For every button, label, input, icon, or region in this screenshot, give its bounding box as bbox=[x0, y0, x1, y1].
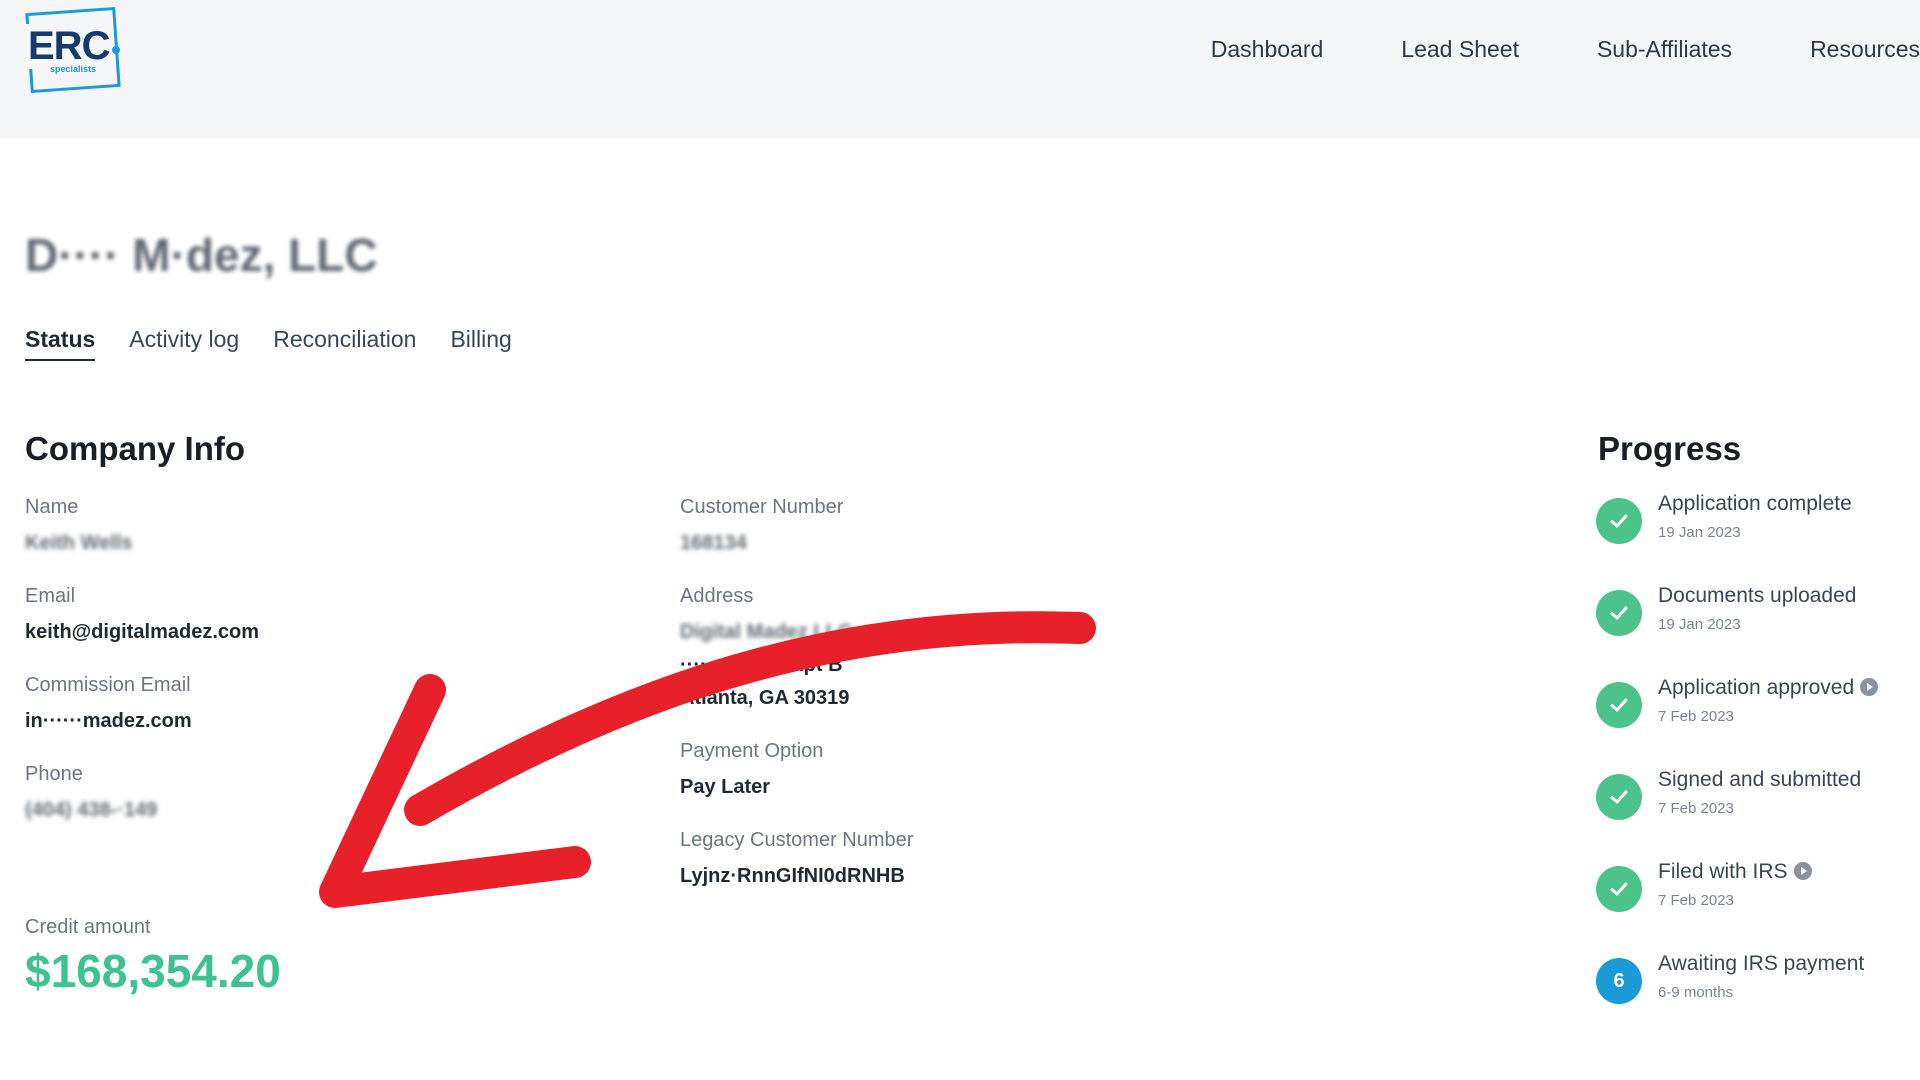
company-title: D···· M·dez, LLC bbox=[25, 229, 378, 281]
check-circle-icon bbox=[1596, 498, 1642, 544]
tab-status[interactable]: Status bbox=[25, 326, 96, 361]
address-line-1: Digital Madez LLC bbox=[680, 621, 853, 643]
step-date: 7 Feb 2023 bbox=[1658, 800, 1734, 817]
address-label: Address bbox=[680, 585, 754, 607]
commission-email-label: Commission Email bbox=[25, 674, 191, 696]
step-date: 19 Jan 2023 bbox=[1658, 524, 1741, 541]
legacy-customer-number-label: Legacy Customer Number bbox=[680, 829, 914, 851]
tab-activity-log[interactable]: Activity log bbox=[129, 326, 239, 361]
legacy-customer-number-value: Lyjnz·RnnGIfNI0dRNHB bbox=[680, 865, 905, 887]
play-video-icon[interactable] bbox=[1860, 678, 1879, 696]
step-title: Documents uploaded bbox=[1658, 584, 1857, 607]
nav-dashboard[interactable]: Dashboard bbox=[1211, 36, 1324, 63]
tab-billing[interactable]: Billing bbox=[450, 326, 511, 361]
step-date: 7 Feb 2023 bbox=[1658, 892, 1734, 909]
progress-step-signed-submitted: Signed and submitted 7 Feb 2023 bbox=[1596, 768, 1916, 844]
step-title: Signed and submitted bbox=[1658, 768, 1862, 791]
tab-reconciliation[interactable]: Reconciliation bbox=[273, 326, 416, 361]
step-date: 6-9 months bbox=[1658, 984, 1734, 1001]
progress-step-filed-with-irs: Filed with IRS 7 Feb 2023 bbox=[1596, 860, 1916, 936]
check-circle-icon bbox=[1596, 774, 1642, 820]
step-title: Awaiting IRS payment bbox=[1658, 952, 1865, 975]
logo-subtext: specialists bbox=[50, 64, 97, 74]
address-line-3: Atlanta, GA 30319 bbox=[680, 687, 850, 709]
check-circle-icon bbox=[1596, 682, 1642, 728]
progress-step-application-approved: Application approved 7 Feb 2023 bbox=[1596, 676, 1916, 752]
phone-value: (404) 438-·149 bbox=[25, 799, 158, 821]
email-label: Email bbox=[25, 585, 76, 607]
customer-number-label: Customer Number bbox=[680, 496, 844, 518]
phone-label: Phone bbox=[25, 763, 83, 785]
top-navbar: ERC specialists Dashboard Lead Sheet Sub… bbox=[0, 0, 1920, 138]
progress-step-application-complete: Application complete 19 Jan 2023 bbox=[1596, 492, 1916, 568]
customer-number-value: 168134 bbox=[680, 532, 747, 554]
address-line-2: ········en Dr Apt B bbox=[680, 654, 843, 676]
nav-sub-affiliates[interactable]: Sub-Affiliates bbox=[1597, 36, 1732, 63]
credit-amount-label: Credit amount bbox=[25, 916, 151, 938]
step-number-badge: 6 bbox=[1596, 958, 1642, 1004]
progress-step-awaiting-irs-payment: 6 Awaiting IRS payment 6-9 months bbox=[1596, 952, 1916, 1028]
step-date: 7 Feb 2023 bbox=[1658, 708, 1734, 725]
commission-email-value: in······madez.com bbox=[25, 710, 192, 732]
progress-heading: Progress bbox=[1598, 430, 1742, 467]
step-title-wrapper: Application approved bbox=[1658, 676, 1879, 700]
step-date: 19 Jan 2023 bbox=[1658, 616, 1741, 633]
name-value: Keith Wells bbox=[25, 532, 133, 554]
main-nav: Dashboard Lead Sheet Sub-Affiliates Reso… bbox=[1211, 36, 1920, 63]
progress-step-documents-uploaded: Documents uploaded 19 Jan 2023 bbox=[1596, 584, 1916, 660]
email-value: keith@digitalmadez.com bbox=[25, 621, 259, 643]
play-video-icon[interactable] bbox=[1793, 862, 1812, 880]
company-info-heading: Company Info bbox=[25, 430, 245, 467]
logo-dot bbox=[112, 46, 120, 54]
name-label: Name bbox=[25, 496, 79, 518]
step-title: Application approved bbox=[1658, 676, 1855, 699]
tab-bar: Status Activity log Reconciliation Billi… bbox=[25, 326, 512, 361]
payment-option-value: Pay Later bbox=[680, 776, 771, 798]
check-circle-icon bbox=[1596, 590, 1642, 636]
check-circle-icon bbox=[1596, 866, 1642, 912]
credit-amount-value: $168,354.20 bbox=[25, 945, 281, 997]
step-title: Application complete bbox=[1658, 492, 1852, 515]
step-title-wrapper: Filed with IRS bbox=[1658, 860, 1812, 884]
nav-resources[interactable]: Resources bbox=[1810, 36, 1920, 63]
erc-logo[interactable]: ERC specialists bbox=[24, 6, 124, 94]
step-title: Filed with IRS bbox=[1658, 860, 1788, 883]
nav-lead-sheet[interactable]: Lead Sheet bbox=[1401, 36, 1519, 63]
logo-text: ERC bbox=[26, 24, 112, 69]
payment-option-label: Payment Option bbox=[680, 740, 824, 762]
